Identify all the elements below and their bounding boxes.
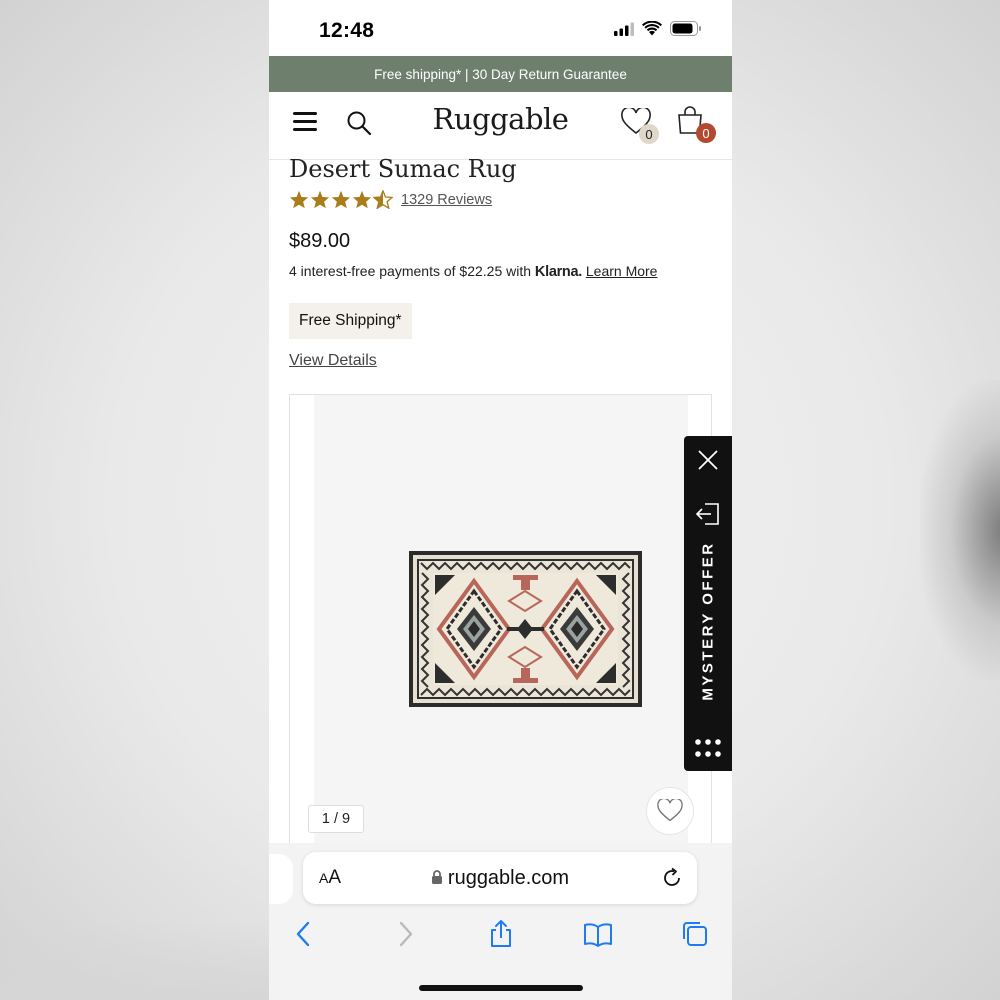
half-star-icon	[373, 190, 393, 209]
status-bar: 12:48	[269, 0, 732, 56]
browser-toolbar: AA ruggable.com	[269, 843, 732, 1000]
product-rating: 1329 Reviews	[289, 190, 492, 209]
gallery-image-area	[314, 395, 688, 844]
previous-tab-peek[interactable]	[269, 854, 293, 904]
dots-grid-icon	[695, 739, 721, 757]
bookmarks-icon[interactable]	[583, 919, 613, 949]
wifi-icon	[642, 21, 662, 36]
cart-count-badge: 0	[696, 123, 716, 143]
mystery-offer-tab[interactable]: MYSTERY OFFER	[684, 436, 732, 771]
klarna-learn-more-link[interactable]: Learn More	[586, 263, 658, 279]
heart-icon	[657, 799, 683, 822]
address-bar[interactable]: AA ruggable.com	[303, 852, 697, 904]
url-text: ruggable.com	[447, 867, 570, 889]
exit-icon	[695, 503, 719, 525]
klarna-financing: 4 interest-free payments of $22.25 with …	[289, 263, 657, 280]
favorite-button[interactable]	[646, 787, 694, 835]
home-indicator	[419, 985, 583, 991]
product-title: Desert Sumac Rug	[289, 155, 517, 183]
star-icon	[352, 190, 372, 209]
brand-logo[interactable]: Ruggable	[269, 102, 732, 136]
klarna-text: 4 interest-free payments of $22.25 with	[289, 263, 532, 279]
product-price: $89.00	[289, 230, 351, 252]
background-blur	[920, 380, 1000, 680]
battery-icon	[670, 21, 701, 36]
back-icon[interactable]	[289, 919, 319, 949]
status-time: 12:48	[319, 19, 375, 42]
reviews-link[interactable]: 1329 Reviews	[401, 192, 492, 208]
product-gallery[interactable]: 1 / 9	[289, 394, 712, 844]
view-details-link[interactable]: View Details	[289, 352, 377, 370]
reload-icon[interactable]	[661, 867, 683, 889]
status-icons	[614, 21, 702, 36]
forward-icon[interactable]	[390, 919, 420, 949]
cellular-signal-icon	[614, 22, 634, 36]
rating-stars	[289, 190, 393, 209]
klarna-logo: Klarna.	[534, 264, 582, 280]
rug-image	[409, 551, 642, 707]
star-icon	[310, 190, 330, 209]
site-header: Ruggable 0 0	[269, 92, 732, 160]
announcement-bar: Free shipping* | 30 Day Return Guarantee	[269, 56, 732, 92]
image-page-indicator: 1 / 9	[308, 805, 364, 833]
mystery-offer-label: MYSTERY OFFER	[699, 541, 717, 701]
address-url: ruggable.com	[303, 867, 697, 890]
star-icon	[331, 190, 351, 209]
share-icon[interactable]	[486, 919, 516, 949]
cart-button[interactable]: 0	[676, 104, 716, 148]
free-shipping-badge: Free Shipping*	[289, 303, 412, 339]
phone-screen: 12:48 Free shipping* | 30 Day Return Gua	[269, 0, 732, 1000]
star-icon	[289, 190, 309, 209]
close-icon[interactable]	[696, 448, 720, 472]
tabs-icon[interactable]	[680, 919, 710, 949]
background-blur	[0, 920, 270, 1000]
lock-icon	[431, 870, 442, 884]
wishlist-count-badge: 0	[639, 124, 659, 144]
wishlist-button[interactable]: 0	[621, 106, 661, 146]
